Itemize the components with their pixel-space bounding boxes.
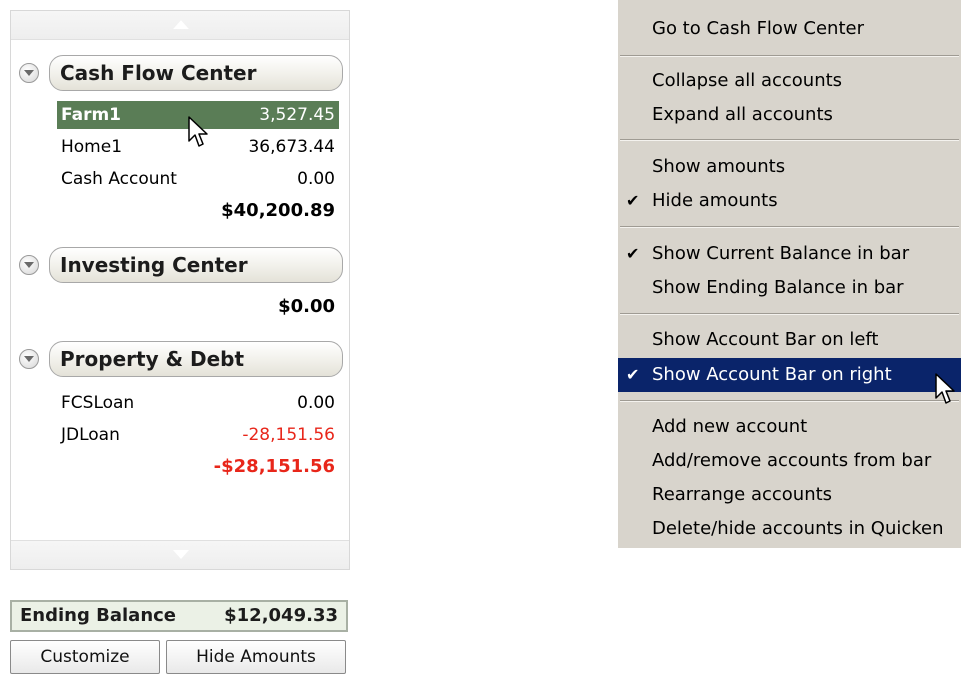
menu-item-label: Show Account Bar on right: [652, 364, 892, 385]
group-total-cash-flow: $40,200.89: [57, 197, 339, 225]
account-row-jdloan[interactable]: JDLoan -28,151.56: [57, 421, 339, 449]
menu-item-hide-amounts[interactable]: ✔ Hide amounts: [618, 184, 961, 218]
scroll-up-icon: [173, 20, 189, 29]
menu-item-show-amounts[interactable]: Show amounts: [618, 150, 961, 184]
menu-item-label: Show Account Bar on left: [652, 329, 879, 350]
property-debt-button[interactable]: Property & Debt: [49, 341, 343, 377]
mouse-pointer-icon: [188, 116, 208, 147]
account-bar: Cash Flow Center Farm1 3,527.45 Home1 36…: [8, 8, 350, 683]
account-name: FCSLoan: [61, 393, 135, 413]
menu-separator: [620, 55, 959, 57]
collapse-chevron-icon[interactable]: [19, 349, 39, 369]
customize-button[interactable]: Customize: [10, 640, 160, 674]
menu-item-label: Hide amounts: [652, 190, 778, 211]
account-amount: 0.00: [297, 169, 335, 189]
menu-item-go-to-cash-flow[interactable]: Go to Cash Flow Center: [618, 12, 961, 46]
account-name: Farm1: [61, 105, 122, 125]
account-row-cash-account[interactable]: Cash Account 0.00: [57, 165, 339, 193]
scroll-down-button[interactable]: [11, 540, 349, 569]
menu-item-label: Delete/hide accounts in Quicken: [652, 518, 944, 539]
account-name: JDLoan: [61, 425, 120, 445]
cash-flow-center-button[interactable]: Cash Flow Center: [49, 55, 343, 91]
menu-item-label: Show Current Balance in bar: [652, 243, 910, 264]
account-amount: 36,673.44: [248, 137, 335, 157]
menu-separator: [620, 226, 959, 228]
checkmark-icon: ✔: [626, 191, 640, 210]
menu-item-add-remove-accounts[interactable]: Add/remove accounts from bar: [618, 444, 961, 478]
account-amount: -28,151.56: [242, 425, 335, 445]
menu-item-label: Go to Cash Flow Center: [652, 18, 864, 39]
menu-item-expand-all[interactable]: Expand all accounts: [618, 98, 961, 132]
hide-amounts-button[interactable]: Hide Amounts: [166, 640, 346, 674]
collapse-chevron-icon[interactable]: [19, 63, 39, 83]
menu-item-delete-hide-accounts[interactable]: Delete/hide accounts in Quicken: [618, 512, 961, 546]
account-amount: 3,527.45: [259, 105, 335, 125]
menu-item-label: Expand all accounts: [652, 104, 833, 125]
menu-item-label: Show amounts: [652, 156, 786, 177]
menu-item-label: Add/remove accounts from bar: [652, 450, 932, 471]
menu-item-label: Collapse all accounts: [652, 70, 843, 91]
menu-separator: [620, 139, 959, 141]
menu-item-label: Show Ending Balance in bar: [652, 277, 904, 298]
mouse-pointer-icon: [935, 373, 955, 404]
menu-separator: [620, 313, 959, 315]
menu-item-rearrange-accounts[interactable]: Rearrange accounts: [618, 478, 961, 512]
collapse-chevron-icon[interactable]: [19, 255, 39, 275]
group-total-value: $40,200.89: [221, 200, 335, 221]
menu-item-show-ending-balance[interactable]: Show Ending Balance in bar: [618, 271, 961, 305]
menu-item-label: Rearrange accounts: [652, 484, 833, 505]
menu-item-show-current-balance[interactable]: ✔ Show Current Balance in bar: [618, 237, 961, 271]
ending-balance-value: $12,049.33: [224, 605, 338, 626]
checkmark-icon: ✔: [626, 244, 640, 263]
scroll-up-button[interactable]: [11, 11, 349, 40]
menu-separator: [620, 400, 959, 402]
group-total-value: -$28,151.56: [213, 456, 335, 477]
investing-center-button[interactable]: Investing Center: [49, 247, 343, 283]
account-name: Cash Account: [61, 169, 177, 189]
menu-item-bar-on-right[interactable]: ✔ Show Account Bar on right: [618, 358, 961, 392]
group-total-property-debt: -$28,151.56: [57, 453, 339, 481]
menu-item-add-new-account[interactable]: Add new account: [618, 410, 961, 444]
ending-balance-label: Ending Balance: [20, 605, 177, 626]
group-total-investing: $0.00: [57, 293, 339, 321]
account-name: Home1: [61, 137, 123, 157]
account-bar-context-menu: Go to Cash Flow Center Collapse all acco…: [618, 0, 961, 548]
ending-balance-bar: Ending Balance $12,049.33: [10, 600, 348, 632]
checkmark-icon: ✔: [626, 365, 640, 384]
account-row-fcsloan[interactable]: FCSLoan 0.00: [57, 389, 339, 417]
group-total-value: $0.00: [278, 296, 335, 317]
account-list: Cash Flow Center Farm1 3,527.45 Home1 36…: [10, 10, 350, 570]
menu-item-collapse-all[interactable]: Collapse all accounts: [618, 64, 961, 98]
menu-item-bar-on-left[interactable]: Show Account Bar on left: [618, 323, 961, 357]
scroll-down-icon: [173, 550, 189, 559]
menu-item-label: Add new account: [652, 416, 808, 437]
account-amount: 0.00: [297, 393, 335, 413]
